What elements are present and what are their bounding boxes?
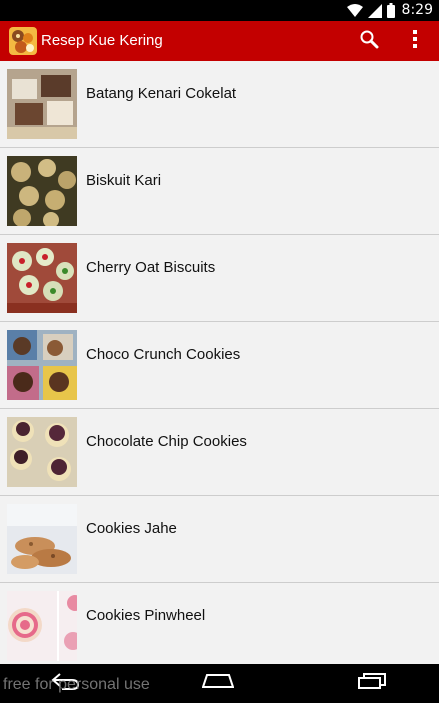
home-button[interactable] xyxy=(188,664,248,703)
recipe-thumbnail xyxy=(7,591,77,661)
status-bar: 8:29 xyxy=(0,0,439,21)
list-item[interactable]: Choco Crunch Cookies xyxy=(0,322,439,409)
list-item[interactable]: Cookies Pinwheel xyxy=(0,583,439,664)
list-item-label: Cherry Oat Biscuits xyxy=(86,259,216,276)
list-item[interactable]: Cherry Oat Biscuits xyxy=(0,235,439,322)
app-logo-icon xyxy=(9,27,37,55)
recipe-thumbnail xyxy=(7,156,77,226)
action-bar: Resep Kue Kering xyxy=(0,21,439,61)
list-item[interactable]: Batang Kenari Cokelat xyxy=(0,61,439,148)
list-item-label: Chocolate Chip Cookies xyxy=(86,433,247,450)
watermark-text: free for personal use xyxy=(3,676,150,693)
list-item-label: Biskuit Kari xyxy=(86,172,162,189)
wifi-icon xyxy=(346,4,363,17)
search-icon xyxy=(359,29,379,54)
recipe-thumbnail xyxy=(7,69,77,139)
battery-icon xyxy=(386,3,395,18)
list-item[interactable]: Cookies Jahe xyxy=(0,496,439,583)
recipe-list[interactable]: Batang Kenari Cokelat Biskuit Kari Cherr… xyxy=(0,61,439,664)
list-item-label: Cookies Pinwheel xyxy=(86,607,206,624)
recipe-thumbnail xyxy=(7,417,77,487)
app-title: Resep Kue Kering xyxy=(41,32,163,49)
list-item[interactable]: Biskuit Kari xyxy=(0,148,439,235)
status-time: 8:29 xyxy=(401,2,433,18)
recents-icon xyxy=(358,673,386,694)
list-item-label: Cookies Jahe xyxy=(86,520,177,537)
list-item[interactable]: Chocolate Chip Cookies xyxy=(0,409,439,496)
recipe-thumbnail xyxy=(7,243,77,313)
list-item-label: Batang Kenari Cokelat xyxy=(86,85,237,102)
recents-button[interactable] xyxy=(342,664,402,703)
recipe-thumbnail xyxy=(7,330,77,400)
list-item-label: Choco Crunch Cookies xyxy=(86,346,241,363)
home-icon xyxy=(201,673,235,694)
recipe-thumbnail xyxy=(7,504,77,574)
overflow-menu-icon xyxy=(412,29,418,53)
search-button[interactable] xyxy=(349,21,389,61)
signal-icon xyxy=(367,3,382,18)
overflow-menu-button[interactable] xyxy=(395,21,435,61)
